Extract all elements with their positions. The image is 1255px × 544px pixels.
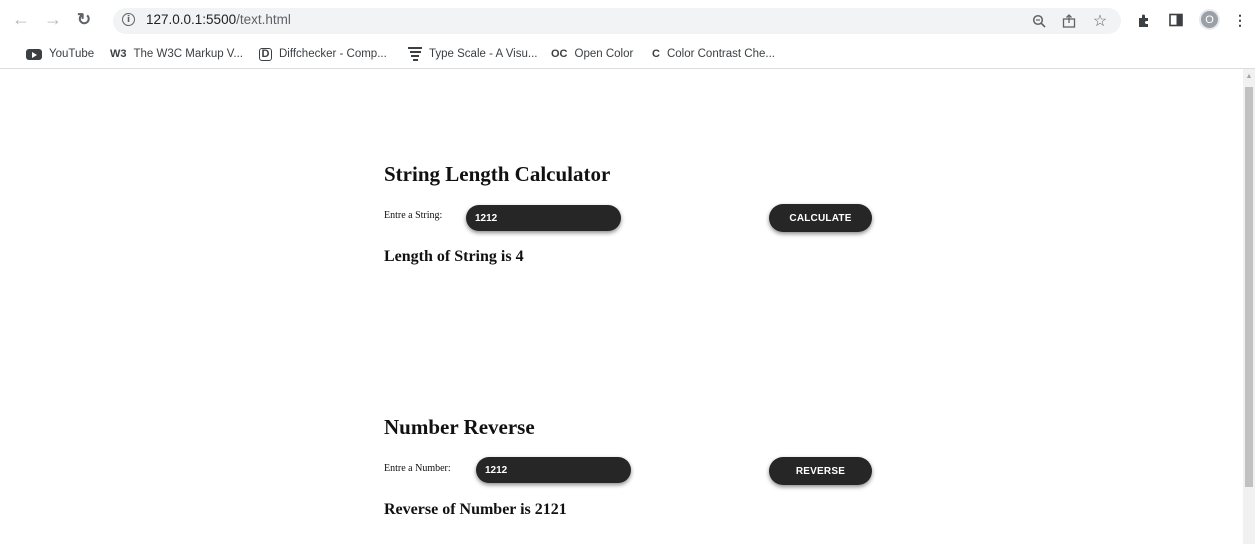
- page-content: String Length Calculator Entre a String:…: [0, 69, 1243, 544]
- extensions-icon[interactable]: [1133, 9, 1155, 31]
- calculate-button[interactable]: CALCULATE: [769, 204, 872, 232]
- url-text[interactable]: 127.0.0.1:5500/text.html: [146, 12, 291, 27]
- bookmark-label: Color Contrast Che...: [666, 48, 775, 60]
- open-color-icon: OC: [551, 48, 568, 60]
- w3c-icon: W3: [110, 48, 127, 60]
- bookmark-label: Type Scale - A Visu...: [429, 48, 538, 60]
- side-panel-icon[interactable]: [1165, 9, 1187, 31]
- address-bar[interactable]: i 127.0.0.1:5500/text.html ☆: [113, 8, 1121, 34]
- type-scale-icon: [408, 47, 422, 61]
- forward-arrow-icon[interactable]: →: [41, 7, 65, 31]
- reload-icon[interactable]: ↻: [72, 7, 96, 31]
- back-arrow-icon[interactable]: ←: [9, 7, 33, 31]
- browser-toolbar: ← → ↻ i 127.0.0.1:5500/text.html ☆ O ⋮: [0, 0, 1255, 40]
- youtube-icon: [26, 48, 42, 60]
- url-path: /text.html: [236, 12, 291, 27]
- number-section-title: Number Reverse: [384, 415, 535, 439]
- string-section-title: String Length Calculator: [384, 162, 611, 186]
- bookmark-star-icon[interactable]: ☆: [1091, 12, 1109, 30]
- bookmarks-bar: YouTube W3 The W3C Markup V... D Diffche…: [0, 40, 1255, 69]
- bookmark-open-color[interactable]: OC Open Color: [551, 45, 633, 63]
- url-host: 127.0.0.1:5500: [146, 12, 237, 27]
- color-contrast-icon: C: [652, 48, 660, 60]
- profile-avatar[interactable]: O: [1199, 9, 1220, 30]
- site-info-icon[interactable]: i: [122, 13, 135, 26]
- reverse-button[interactable]: REVERSE: [769, 457, 872, 485]
- string-length-result: Length of String is 4: [384, 248, 524, 265]
- number-input[interactable]: [476, 457, 631, 483]
- bookmark-color-contrast[interactable]: C Color Contrast Che...: [652, 45, 775, 63]
- number-input-label: Entre a Number:: [384, 463, 451, 474]
- bookmark-diffchecker[interactable]: D Diffchecker - Comp...: [259, 45, 387, 63]
- bookmark-type-scale[interactable]: Type Scale - A Visu...: [408, 45, 537, 63]
- string-input[interactable]: [466, 205, 621, 231]
- bookmark-w3c[interactable]: W3 The W3C Markup V...: [110, 45, 243, 63]
- share-icon[interactable]: [1060, 12, 1078, 30]
- number-reverse-result: Reverse of Number is 2121: [384, 501, 567, 518]
- string-input-label: Entre a String:: [384, 210, 443, 221]
- bookmark-label: Open Color: [574, 48, 634, 60]
- bookmark-label: YouTube: [49, 48, 95, 60]
- diffchecker-icon: D: [259, 47, 272, 61]
- bookmark-youtube[interactable]: YouTube: [26, 45, 94, 63]
- zoom-icon[interactable]: [1030, 12, 1048, 30]
- bookmark-label: Diffchecker - Comp...: [279, 48, 387, 60]
- more-menu-icon[interactable]: ⋮: [1229, 9, 1251, 31]
- scroll-up-arrow-icon[interactable]: ▲: [1243, 73, 1255, 81]
- vertical-scrollbar[interactable]: ▲: [1243, 69, 1255, 544]
- scrollbar-thumb[interactable]: [1245, 87, 1253, 487]
- bookmark-label: The W3C Markup V...: [133, 48, 244, 60]
